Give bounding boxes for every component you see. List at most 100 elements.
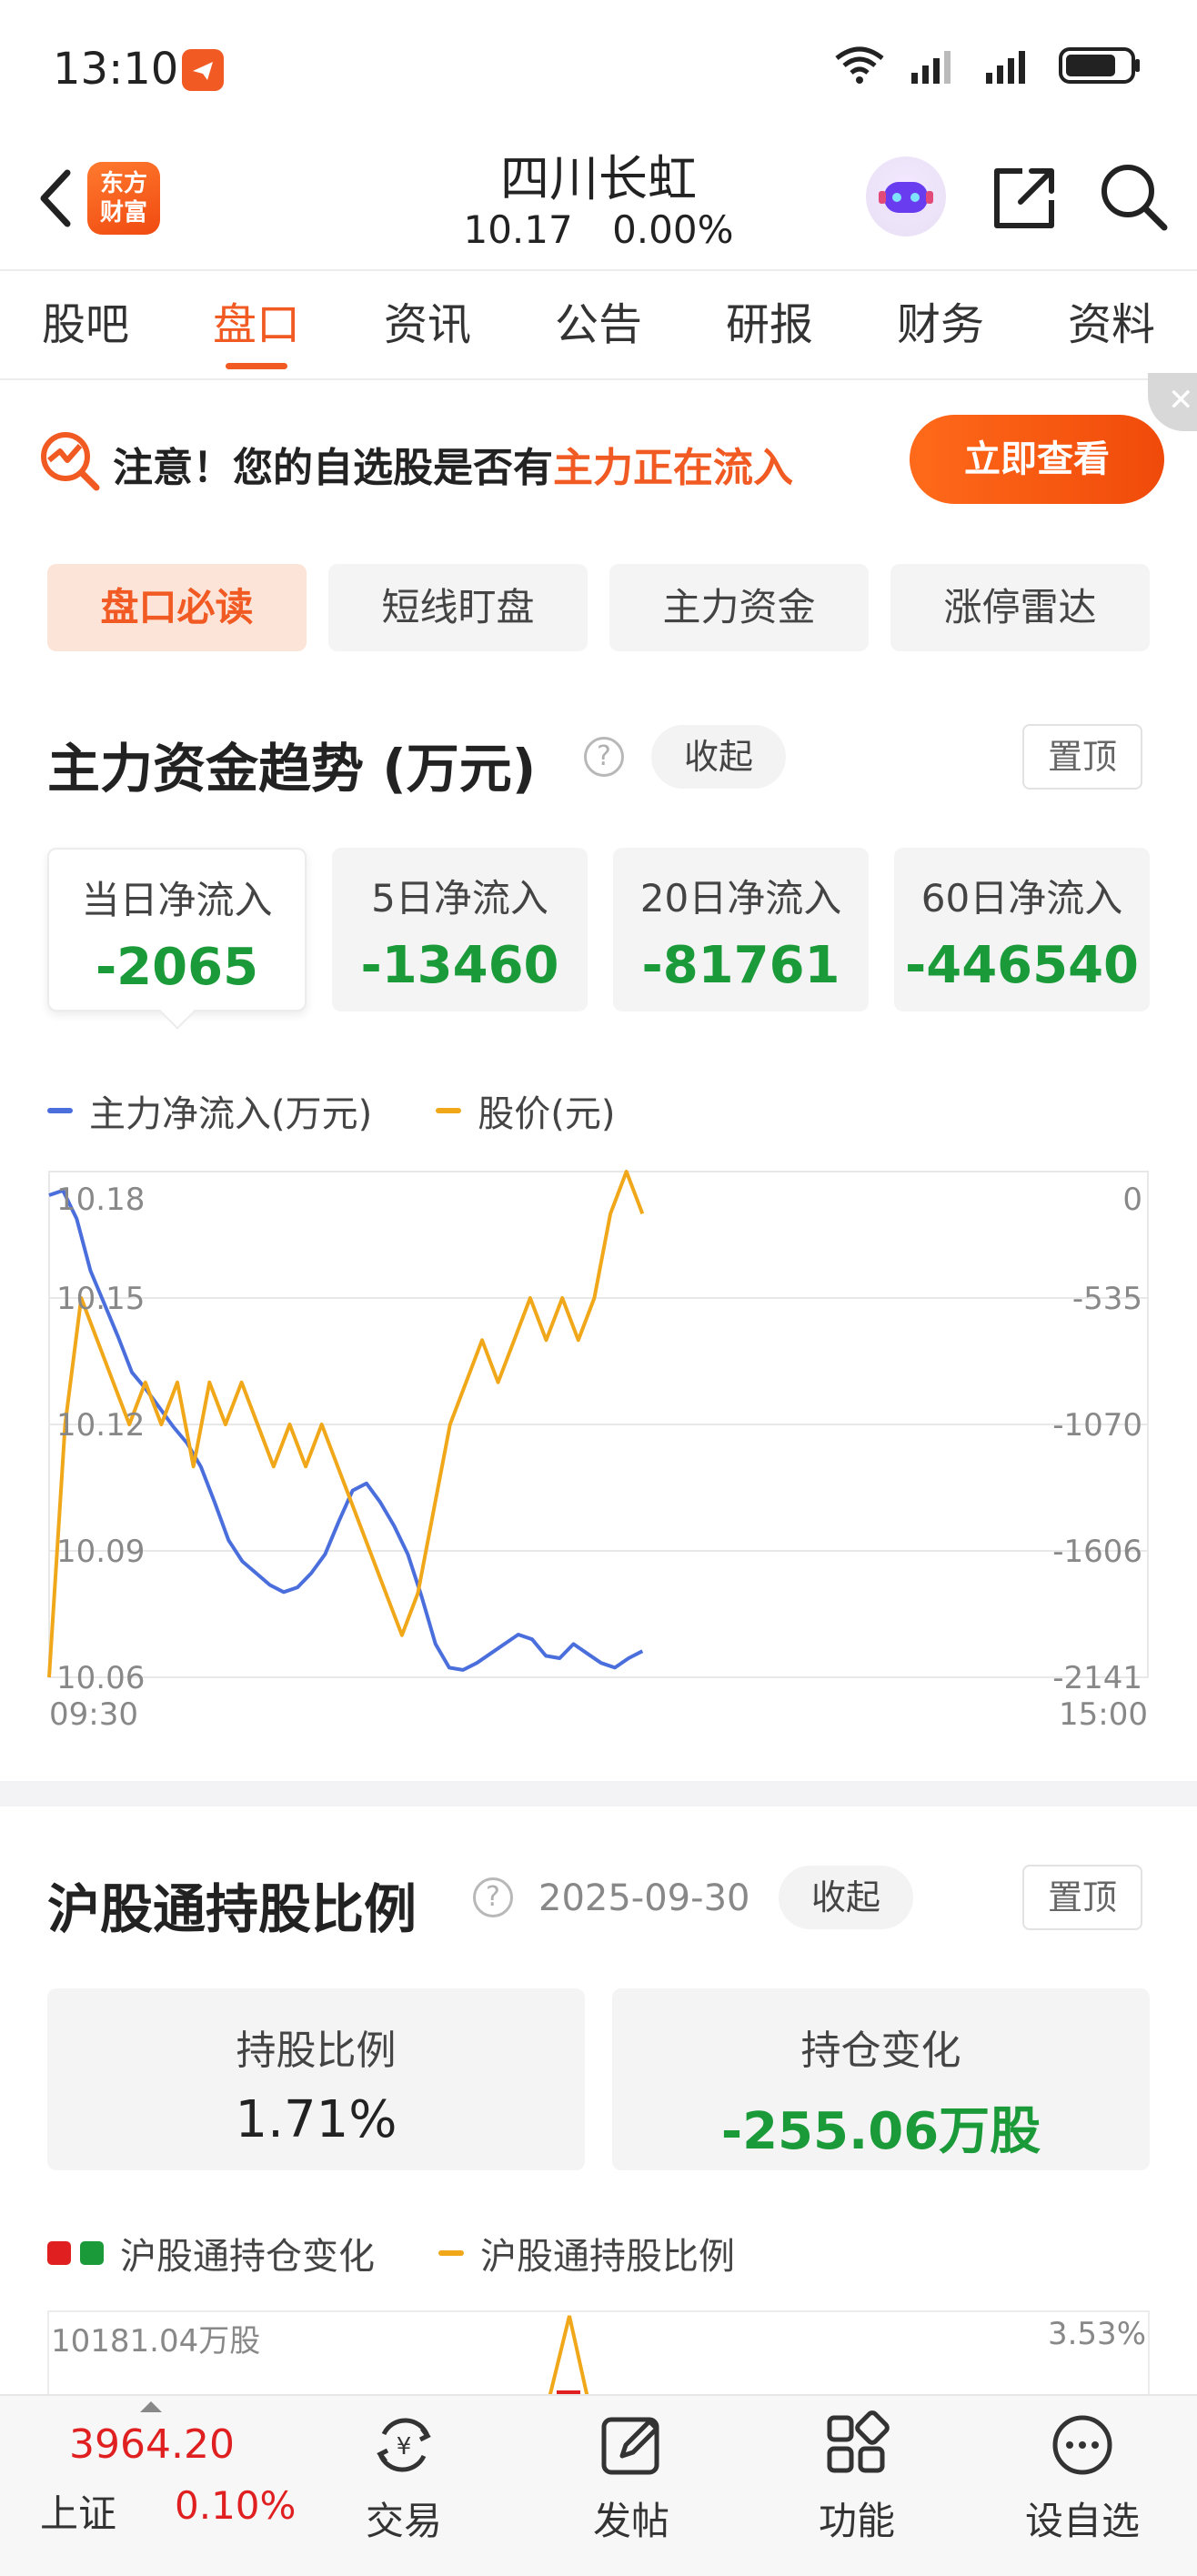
flow-card-label: 20日净流入 xyxy=(639,876,842,921)
banner-view-button[interactable]: 立即查看 xyxy=(910,415,1164,504)
tab-announcements[interactable]: 公告 xyxy=(513,271,684,378)
fund-trend-chart[interactable]: 10.18 0 10.15 -535 10.12 -1070 10.09 -1606 10.06… xyxy=(0,1155,1197,1737)
tab-finance[interactable]: 财务 xyxy=(855,271,1026,378)
index-change-pct[interactable]: 0.10% xyxy=(175,2483,296,2528)
legend-swatch xyxy=(47,1108,73,1113)
hk-chart-top-left-label: 10181.04万股 xyxy=(51,2323,261,2360)
flow-card-value: -81761 xyxy=(641,936,840,995)
hk-connect-collapse-button[interactable]: 收起 xyxy=(779,1866,914,1929)
status-time: 13:10 xyxy=(53,44,179,95)
subtab-limit-radar[interactable]: 涨停雷达 xyxy=(890,564,1150,651)
bottom-features-label: 功能 xyxy=(818,2499,895,2543)
fund-trend-pin-button[interactable]: 置顶 xyxy=(1022,724,1143,790)
legend-item-flow: 主力净流入(万元) xyxy=(47,1084,372,1137)
hk-card-value: 1.71% xyxy=(235,2090,397,2149)
index-value[interactable]: 3964.20 xyxy=(69,2421,235,2468)
subtab-must-read[interactable]: 盘口必读 xyxy=(47,564,307,651)
flow-card-label: 5日净流入 xyxy=(371,876,548,921)
share-icon[interactable] xyxy=(990,164,1059,233)
bottom-post-button[interactable]: 发帖 xyxy=(540,2409,722,2546)
trade-icon: ¥ xyxy=(377,2418,431,2472)
right-tick-label: -2141 xyxy=(1052,1660,1142,1696)
left-tick-label: 10.15 xyxy=(56,1281,145,1317)
bottom-watchlist-label: 设自选 xyxy=(1024,2499,1140,2543)
svg-text:¥: ¥ xyxy=(397,2433,412,2460)
legend-label: 主力净流入(万元) xyxy=(89,1093,373,1135)
right-tick-label: -1606 xyxy=(1052,1534,1142,1570)
hk-connect-cards: 持股比例 1.71% 持仓变化 -255.06万股 xyxy=(47,1988,1150,2170)
help-icon[interactable]: ? xyxy=(584,737,624,777)
hk-connect-title: 沪股通持股比例 xyxy=(47,1878,417,1940)
signal-icon-2 xyxy=(986,51,1025,84)
alert-chart-icon xyxy=(36,428,102,493)
sub-tabs: 盘口必读 短线盯盘 主力资金 涨停雷达 xyxy=(47,564,1150,651)
bottom-trade-label: 交易 xyxy=(365,2499,442,2543)
left-tick-label: 10.12 xyxy=(56,1407,145,1444)
subtab-main-funds[interactable]: 主力资金 xyxy=(609,564,869,651)
ai-assistant-icon[interactable] xyxy=(866,156,946,236)
stock-change-pct: 0.00% xyxy=(612,207,734,252)
legend-item-price: 股价(元) xyxy=(436,1084,615,1137)
right-tick-label: 0 xyxy=(1122,1182,1142,1218)
hk-chart-legend: 沪股通持仓变化 沪股通持股比例 xyxy=(47,2227,735,2279)
banner-highlight: 主力正在流入 xyxy=(553,445,793,491)
hk-card-label: 持仓变化 xyxy=(800,2028,961,2074)
flow-card-label: 60日净流入 xyxy=(920,876,1123,921)
section-divider xyxy=(0,1781,1197,1806)
search-icon[interactable] xyxy=(1097,160,1170,233)
hk-card-value: -255.06万股 xyxy=(720,2102,1041,2161)
signal-icon xyxy=(911,51,951,84)
tab-news[interactable]: 资讯 xyxy=(342,271,513,378)
banner-close-icon[interactable]: ✕ xyxy=(1148,373,1197,431)
hk-card-change: 持仓变化 -255.06万股 xyxy=(612,1988,1150,2170)
more-icon xyxy=(1052,2415,1112,2475)
index-expand-icon[interactable] xyxy=(140,2401,162,2412)
tab-guba[interactable]: 股吧 xyxy=(0,271,171,378)
tab-pankou[interactable]: 盘口 xyxy=(171,271,342,378)
hk-chart-top-right-label: 3.53% xyxy=(1047,2316,1146,2352)
battery-icon xyxy=(1059,47,1140,84)
bottom-features-button[interactable]: 功能 xyxy=(766,2409,948,2546)
banner-prefix: 注意！您的自选股是否有 xyxy=(113,445,553,491)
legend-swatch-red-green xyxy=(47,2241,104,2265)
right-tick-label: -535 xyxy=(1072,1281,1142,1317)
bottom-post-label: 发帖 xyxy=(592,2499,669,2543)
left-tick-label: 10.09 xyxy=(56,1534,145,1570)
flow-card-label: 当日净流入 xyxy=(81,878,273,922)
fund-trend-collapse-button[interactable]: 收起 xyxy=(651,725,787,789)
hk-card-ratio: 持股比例 1.71% xyxy=(47,1988,585,2170)
subtab-short-term[interactable]: 短线盯盘 xyxy=(328,564,588,651)
fund-chart-legend: 主力净流入(万元) 股价(元) xyxy=(47,1084,615,1137)
hk-connect-date: 2025-09-30 xyxy=(538,1877,750,1919)
tab-profile[interactable]: 资料 xyxy=(1026,271,1197,378)
flow-card-20d[interactable]: 20日净流入 -81761 xyxy=(613,848,869,1011)
tab-research[interactable]: 研报 xyxy=(684,271,855,378)
flow-card-value: -446540 xyxy=(904,936,1140,995)
flow-card-today[interactable]: 当日净流入 -2065 xyxy=(47,848,307,1011)
flow-card-5d[interactable]: 5日净流入 -13460 xyxy=(332,848,588,1011)
fund-trend-title: 主力资金趋势 (万元) xyxy=(47,738,537,800)
edit-icon xyxy=(601,2417,659,2475)
fund-flow-cards: 当日净流入 -2065 5日净流入 -13460 20日净流入 -81761 6… xyxy=(47,848,1150,1011)
wifi-icon xyxy=(835,46,884,84)
bottom-trade-button[interactable]: ¥ 交易 xyxy=(313,2409,495,2546)
help-icon[interactable]: ? xyxy=(473,1877,513,1917)
main-tabs: 股吧 盘口 资讯 公告 研报 财务 资料 xyxy=(0,269,1197,380)
flow-card-value: -13460 xyxy=(360,936,559,995)
flow-card-value: -2065 xyxy=(95,938,259,997)
stock-price: 10.17 xyxy=(463,207,573,252)
system-status-icons xyxy=(833,45,1142,86)
flow-card-60d[interactable]: 60日净流入 -446540 xyxy=(894,848,1150,1011)
hk-connect-pin-button[interactable]: 置顶 xyxy=(1022,1865,1143,1930)
legend-item-holding-ratio: 沪股通持股比例 xyxy=(438,2227,735,2279)
legend-swatch xyxy=(436,1108,462,1113)
banner-message: 注意！您的自选股是否有主力正在流入 xyxy=(113,435,793,493)
index-name[interactable]: 上证 xyxy=(40,2483,116,2539)
legend-label: 股价(元) xyxy=(478,1093,616,1135)
left-tick-label: 10.06 xyxy=(56,1660,145,1696)
x-tick-label: 09:30 xyxy=(49,1696,138,1733)
x-tick-label: 15:00 xyxy=(1059,1696,1148,1733)
left-tick-label: 10.18 xyxy=(56,1182,145,1218)
hk-card-label: 持股比例 xyxy=(236,2028,397,2074)
bottom-watchlist-button[interactable]: 设自选 xyxy=(991,2409,1173,2546)
